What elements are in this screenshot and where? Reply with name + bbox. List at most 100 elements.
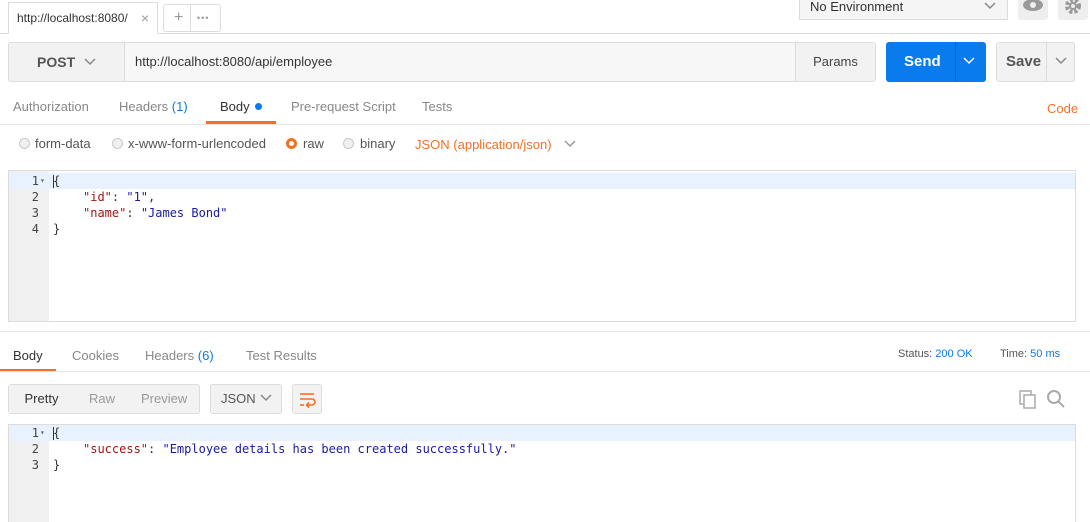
line-number: 3 <box>31 458 39 472</box>
send-button[interactable]: Send <box>886 42 986 82</box>
json-value: "1" <box>126 190 149 204</box>
tab-headers[interactable]: Headers (1) <box>119 99 188 114</box>
time-value: 50 ms <box>1030 348 1061 360</box>
line-number: 1 <box>31 174 39 188</box>
divider <box>0 331 1090 332</box>
chevron-down-icon[interactable] <box>1054 43 1068 81</box>
divider <box>1046 43 1047 81</box>
tab-label: Headers <box>119 99 169 114</box>
response-status: Status: 200 OK <box>898 348 973 360</box>
request-tab[interactable]: http://localhost:8080/ × <box>8 2 158 34</box>
content-type-select[interactable]: JSON (application/json) <box>415 137 577 152</box>
divider <box>0 124 1090 125</box>
code-line: 4 } <box>9 221 1075 237</box>
tab-label: Tests <box>422 99 453 114</box>
params-button[interactable]: Params <box>795 42 876 82</box>
tab-label: Authorization <box>13 99 89 114</box>
divider <box>190 5 191 31</box>
chevron-down-icon[interactable] <box>962 42 976 82</box>
code-text: { <box>53 426 61 440</box>
environment-value: No Environment <box>810 0 904 14</box>
view-mode-toggle: Pretty Raw Preview <box>8 384 200 414</box>
method-value: POST <box>37 54 76 70</box>
request-body-editor[interactable]: 1 ▾ { 2 "id": "1", 3 "name": "James Bond… <box>8 170 1076 322</box>
line-number: 1 <box>31 426 39 440</box>
chevron-down-icon <box>83 43 97 81</box>
radio-binary[interactable] <box>343 138 354 149</box>
save-label: Save <box>1006 53 1042 70</box>
code-line: 1 ▾ { <box>9 173 1075 189</box>
search-icon[interactable] <box>1046 389 1066 414</box>
divider <box>955 42 956 82</box>
response-tab-test-results[interactable]: Test Results <box>246 348 317 363</box>
headers-count: (6) <box>197 348 214 363</box>
tab-tests[interactable]: Tests <box>422 99 452 114</box>
method-select[interactable]: POST <box>8 42 125 82</box>
gear-icon[interactable] <box>1058 0 1088 20</box>
time-label: Time: <box>1000 348 1028 360</box>
divider <box>0 371 1090 372</box>
content-type-value: JSON (application/json) <box>415 137 552 152</box>
fold-arrow-icon[interactable]: ▾ <box>40 173 45 189</box>
wrap-lines-icon[interactable] <box>292 384 322 414</box>
close-tab-icon[interactable]: × <box>141 3 149 33</box>
code-text: } <box>53 458 61 472</box>
view-mode-pretty[interactable]: Pretty <box>9 385 74 413</box>
request-tab-title: http://localhost:8080/ <box>17 11 128 25</box>
code-link[interactable]: Code <box>1047 101 1078 116</box>
json-value: "James Bond" <box>140 206 228 220</box>
tab-label: Body <box>220 99 250 114</box>
radio-form-data[interactable] <box>19 138 30 149</box>
view-mode-preview[interactable]: Preview <box>141 385 187 413</box>
send-label: Send <box>904 53 941 70</box>
url-input[interactable]: http://localhost:8080/api/employee <box>124 42 796 82</box>
radio-raw[interactable] <box>286 138 297 149</box>
fold-arrow-icon[interactable]: ▾ <box>40 425 45 441</box>
code-text: "id": "1", <box>83 190 156 204</box>
tab-pre-request-script[interactable]: Pre-request Script <box>291 99 396 114</box>
code-line: 2 "id": "1", <box>9 189 1075 205</box>
json-key: "name" <box>83 206 127 220</box>
radio-label[interactable]: raw <box>303 136 324 151</box>
response-format-select[interactable]: JSON <box>210 384 282 414</box>
tab-label: Headers <box>145 348 195 363</box>
response-tab-body[interactable]: Body <box>13 348 43 363</box>
code-line: 3 "name": "James Bond" <box>9 205 1075 221</box>
line-number: 2 <box>31 190 39 204</box>
chevron-down-icon <box>259 385 273 413</box>
view-mode-raw[interactable]: Raw <box>89 385 115 413</box>
more-tabs-icon[interactable]: ••• <box>197 5 209 31</box>
radio-label[interactable]: x-www-form-urlencoded <box>128 136 266 151</box>
status-label: Status: <box>898 348 933 360</box>
code-text: } <box>53 222 61 236</box>
modified-dot-icon <box>254 103 262 110</box>
eye-icon[interactable] <box>1018 0 1048 20</box>
response-time: Time: 50 ms <box>1000 348 1060 360</box>
environment-select[interactable]: No Environment <box>799 0 1008 20</box>
tab-body[interactable]: Body <box>220 99 262 114</box>
tab-label: Pre-request Script <box>291 99 396 114</box>
response-tab-cookies[interactable]: Cookies <box>72 348 119 363</box>
text-cursor <box>53 427 54 440</box>
tab-authorization[interactable]: Authorization <box>13 99 89 114</box>
copy-icon[interactable] <box>1018 389 1038 414</box>
format-value: JSON <box>221 391 256 406</box>
response-tab-headers[interactable]: Headers (6) <box>145 348 214 363</box>
line-number: 2 <box>31 442 39 456</box>
line-number: 3 <box>31 206 39 220</box>
line-number: 4 <box>31 222 39 236</box>
json-key: "id" <box>83 190 112 204</box>
tab-actions: + ••• <box>163 4 221 32</box>
code-text: "name": "James Bond" <box>83 206 228 220</box>
save-button[interactable]: Save <box>996 42 1075 82</box>
response-body-viewer[interactable]: 1 ▾ { 2 "success": "Employee details has… <box>8 424 1076 522</box>
radio-label[interactable]: form-data <box>35 136 91 151</box>
code-line: 3 } <box>9 457 1075 473</box>
code-text: "success": "Employee details has been cr… <box>83 442 517 456</box>
add-tab-icon[interactable]: + <box>174 5 183 31</box>
radio-x-www-form-urlencoded[interactable] <box>112 138 123 149</box>
code-text: { <box>53 174 61 188</box>
json-value: "Employee details has been created succe… <box>162 442 517 456</box>
radio-label[interactable]: binary <box>360 136 395 151</box>
headers-count: (1) <box>171 99 188 114</box>
